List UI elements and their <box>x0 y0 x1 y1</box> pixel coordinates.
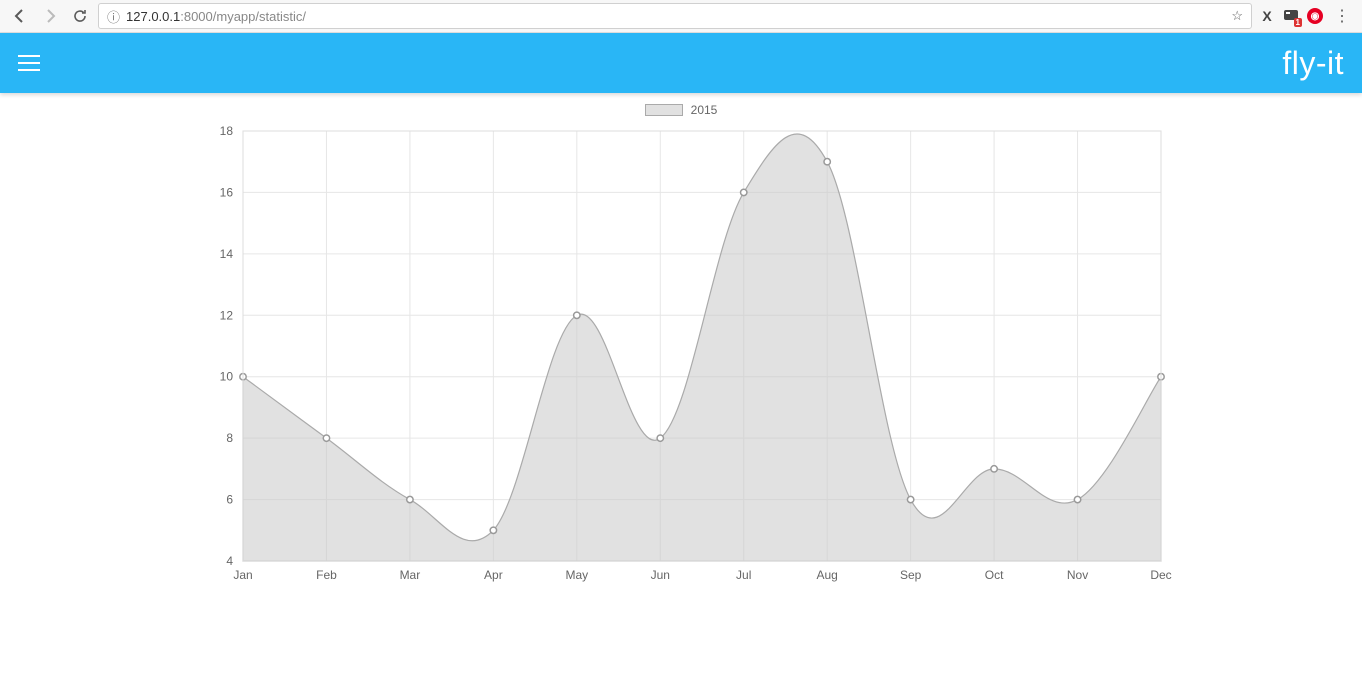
back-button[interactable] <box>8 4 32 28</box>
legend-label: 2015 <box>691 103 718 117</box>
legend-swatch <box>645 104 683 116</box>
chart-area <box>243 134 1161 561</box>
y-tick-label: 18 <box>220 124 234 138</box>
data-point[interactable] <box>490 527 496 533</box>
data-point[interactable] <box>323 435 329 441</box>
x-tick-label: Dec <box>1150 568 1171 582</box>
extension-pinterest-icon[interactable]: ◉ <box>1306 7 1324 25</box>
x-tick-label: Mar <box>400 568 421 582</box>
y-tick-label: 10 <box>220 370 234 384</box>
area-chart: 4 6 8 10 12 14 16 18 Jan Feb Mar Apr May Jun Jul Aug Sep… <box>181 121 1181 591</box>
url-text: 127.0.0.1:8000/myapp/statistic/ <box>126 9 306 24</box>
x-tick-label: Jan <box>233 568 252 582</box>
data-point[interactable] <box>657 435 663 441</box>
data-point[interactable] <box>741 189 747 195</box>
reload-button[interactable] <box>68 4 92 28</box>
y-tick-label: 4 <box>226 554 233 568</box>
chart-legend[interactable]: 2015 <box>645 103 718 117</box>
forward-button[interactable] <box>38 4 62 28</box>
y-tick-label: 12 <box>220 308 234 322</box>
y-tick-label: 16 <box>220 185 234 199</box>
bookmark-star-icon[interactable]: ☆ <box>1231 8 1243 24</box>
x-tick-label: Feb <box>316 568 337 582</box>
x-tick-label: Jun <box>651 568 670 582</box>
browser-menu-button[interactable]: ⋮ <box>1330 6 1354 26</box>
x-tick-label: Apr <box>484 568 503 582</box>
data-point[interactable] <box>1074 496 1080 502</box>
browser-toolbar: ⓘ 127.0.0.1:8000/myapp/statistic/ ☆ X 1 … <box>0 0 1362 33</box>
y-tick-label: 8 <box>226 431 233 445</box>
extension-x-icon[interactable]: X <box>1258 7 1276 25</box>
x-tick-label: Nov <box>1067 568 1088 582</box>
x-tick-label: Aug <box>817 568 838 582</box>
extension-badge: 1 <box>1294 18 1302 27</box>
y-tick-label: 14 <box>220 247 234 261</box>
data-point[interactable] <box>574 312 580 318</box>
data-point[interactable] <box>991 466 997 472</box>
data-point[interactable] <box>407 496 413 502</box>
address-bar[interactable]: ⓘ 127.0.0.1:8000/myapp/statistic/ ☆ <box>98 3 1252 29</box>
app-header: fly-it <box>0 33 1362 93</box>
x-tick-label: May <box>565 568 588 582</box>
chart-container: 2015 4 6 8 10 12 14 16 18 Jan Feb Mar Apr May Jun Jul A… <box>0 93 1362 591</box>
x-tick-label: Jul <box>736 568 751 582</box>
x-tick-label: Sep <box>900 568 922 582</box>
x-tick-label: Oct <box>985 568 1004 582</box>
data-point[interactable] <box>907 496 913 502</box>
data-point[interactable] <box>824 159 830 165</box>
brand-logo: fly-it <box>1282 45 1344 82</box>
hamburger-menu-icon[interactable] <box>18 55 40 71</box>
y-tick-label: 6 <box>226 493 233 507</box>
site-info-icon[interactable]: ⓘ <box>107 7 120 26</box>
extension-reader-icon[interactable]: 1 <box>1282 7 1300 25</box>
